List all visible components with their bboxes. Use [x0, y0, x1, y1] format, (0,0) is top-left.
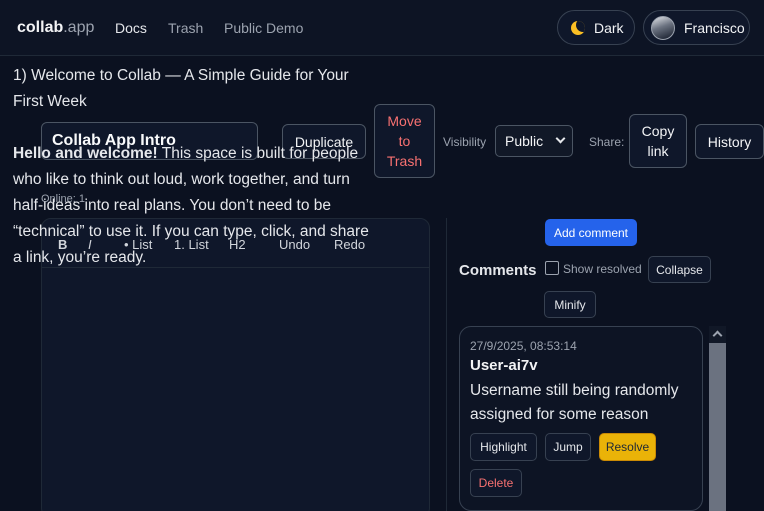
resolve-label: Resolve — [605, 440, 650, 454]
brand-logo[interactable]: collab.app — [17, 19, 94, 37]
jump-button[interactable]: Jump — [545, 433, 591, 461]
nav-link-trash[interactable]: Trash — [168, 20, 203, 36]
comment-text: Username still being randomly assigned f… — [470, 382, 679, 423]
editor-content[interactable]: 1) Welcome to Collab — A Simple Guide fo… — [13, 63, 375, 297]
scrollbar-thumb[interactable] — [709, 343, 726, 511]
user-name: Francisco — [684, 19, 745, 36]
comment-author: User-ai7v — [470, 357, 538, 374]
resolve-button[interactable]: Resolve — [599, 433, 656, 461]
history-label: History — [707, 133, 752, 150]
add-comment-button[interactable]: Add comment — [545, 219, 637, 246]
top-navbar: collab.app Docs Trash Public Demo Dark F… — [0, 0, 764, 56]
visibility-select[interactable]: Public — [495, 125, 573, 157]
avatar — [651, 15, 675, 40]
comments-heading: Comments — [459, 262, 537, 279]
comment-timestamp: 27/9/2025, 08:53:14 — [470, 339, 577, 353]
minify-button[interactable]: Minify — [544, 291, 596, 318]
share-label: Share: — [589, 135, 625, 149]
collapse-label: Collapse — [656, 262, 703, 277]
highlight-label: Highlight — [480, 440, 527, 454]
copy-link-button[interactable]: Copy link — [629, 114, 687, 168]
show-resolved-label: Show resolved — [563, 262, 642, 276]
move-to-trash-label-3: Trash — [386, 153, 423, 169]
theme-toggle-button[interactable]: Dark — [557, 10, 635, 45]
moon-icon — [571, 20, 585, 35]
jump-label: Jump — [553, 440, 583, 454]
doc-paragraph: Hello and welcome! This space is built f… — [13, 141, 375, 271]
doc-heading: 1) Welcome to Collab — A Simple Guide fo… — [13, 67, 349, 110]
collapse-button[interactable]: Collapse — [648, 256, 711, 283]
move-to-trash-button[interactable]: Move to Trash — [374, 104, 435, 178]
delete-label: Delete — [478, 476, 514, 490]
brand-suffix: .app — [63, 19, 95, 36]
delete-comment-button[interactable]: Delete — [470, 469, 522, 497]
visibility-value: Public — [505, 133, 544, 149]
copy-link-label-1: Copy — [641, 123, 675, 139]
nav-link-docs[interactable]: Docs — [115, 20, 147, 36]
doc-paragraph-text: This space is built for people who like … — [13, 145, 369, 266]
user-menu-button[interactable]: Francisco — [643, 10, 750, 45]
add-comment-label: Add comment — [553, 225, 629, 240]
highlight-button[interactable]: Highlight — [470, 433, 537, 461]
theme-toggle-label: Dark — [594, 19, 624, 36]
brand-name: collab — [17, 19, 64, 36]
chevron-down-icon — [555, 133, 566, 144]
move-to-trash-label-2: to — [398, 133, 411, 149]
panel-divider — [446, 218, 447, 511]
show-resolved-checkbox[interactable] — [545, 261, 559, 275]
minify-label: Minify — [554, 297, 586, 312]
copy-link-label-2: link — [647, 143, 669, 159]
doc-paragraph-bold: Hello and welcome! — [13, 145, 158, 162]
nav-link-public-demo[interactable]: Public Demo — [224, 20, 303, 36]
visibility-label: Visibility — [443, 135, 487, 149]
move-to-trash-label-1: Move — [387, 113, 422, 129]
history-button[interactable]: History — [695, 124, 764, 159]
